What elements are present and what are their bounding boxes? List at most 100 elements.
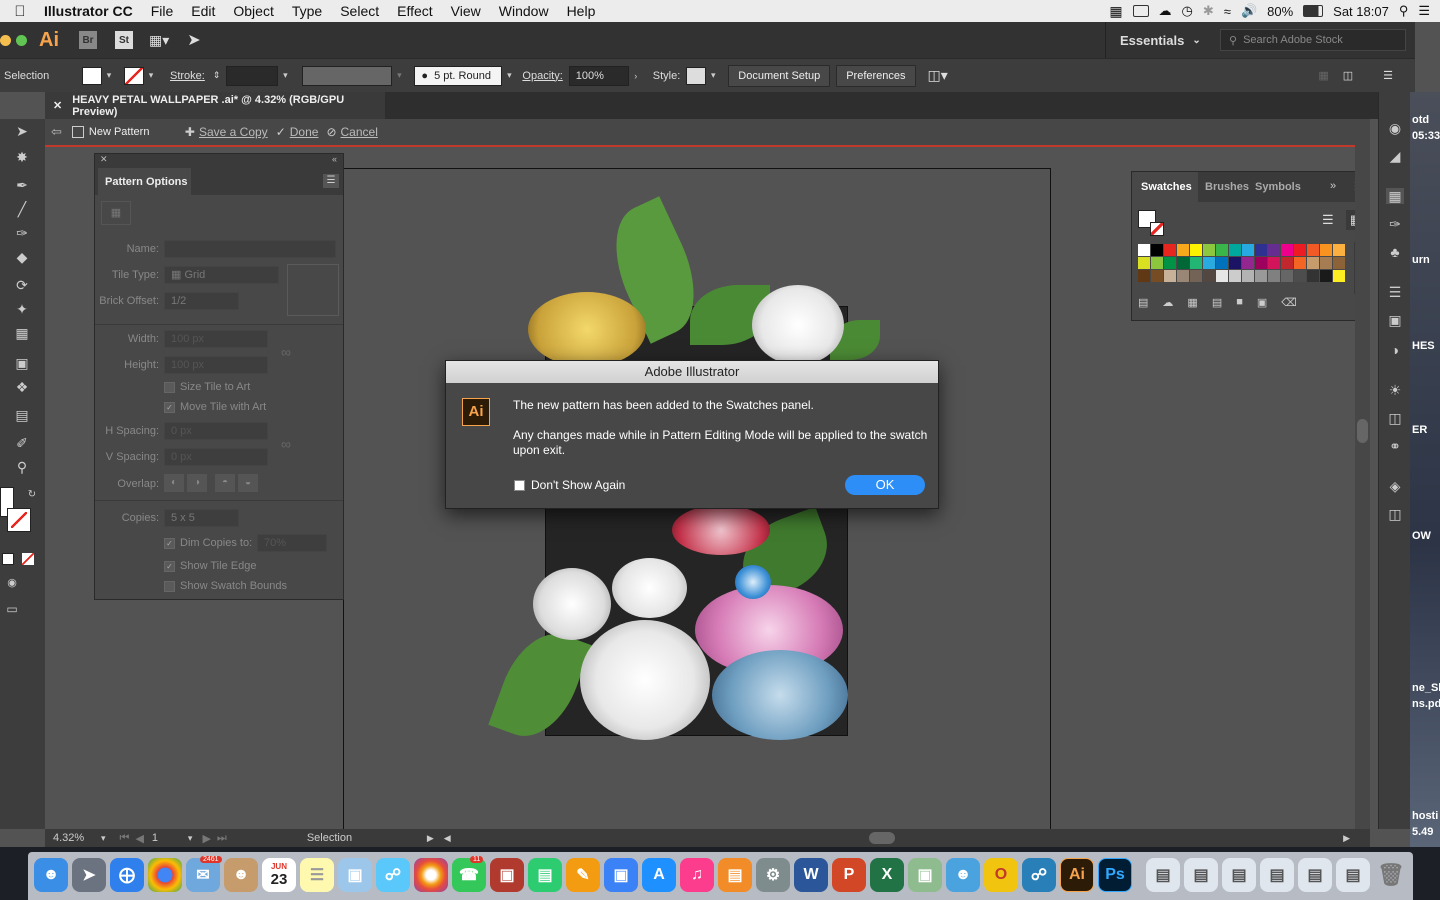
display-icon[interactable] [1132, 5, 1149, 17]
vertical-scrollbar[interactable] [1355, 119, 1370, 829]
symbols-icon[interactable]: ♣ [1386, 244, 1404, 260]
swatch[interactable] [1190, 270, 1202, 282]
battery-percent[interactable]: 80% [1267, 4, 1293, 19]
next-artboard-icon[interactable]: ▶ [202, 832, 210, 845]
stroke-dropdown-icon[interactable]: ▾ [144, 67, 158, 85]
dim-copies-select[interactable]: 70% [257, 534, 327, 552]
checkbox-icon[interactable] [514, 479, 525, 491]
gpu-performance-icon[interactable]: ➤ [187, 30, 200, 50]
h-spacing-field[interactable]: 0 px [164, 422, 268, 440]
swatch[interactable] [1229, 244, 1241, 256]
chrome-icon[interactable] [148, 858, 182, 892]
status-arrow-icon[interactable]: ▶ [427, 833, 434, 844]
color-mode-icon[interactable] [2, 553, 14, 565]
done-button[interactable]: Done [290, 125, 319, 139]
folder-icon[interactable]: ▤ [1336, 858, 1370, 892]
opacity-label[interactable]: Opacity: [522, 70, 562, 82]
swatch-options-icon[interactable]: ▤ [1212, 296, 1222, 312]
notes-icon[interactable]: ☰ [300, 858, 334, 892]
swatch[interactable] [1138, 244, 1150, 256]
photoshop-dock-icon[interactable]: Ps [1098, 858, 1132, 892]
show-swatch-bounds-checkbox[interactable]: Show Swatch Bounds [164, 580, 287, 592]
swatch[interactable] [1268, 270, 1280, 282]
powerpoint-icon[interactable]: P [832, 858, 866, 892]
cancel-button[interactable]: Cancel [341, 125, 378, 139]
folder-icon[interactable]: ▤ [1184, 858, 1218, 892]
panel-menu-icon[interactable]: ☰ [323, 174, 339, 188]
rotate-tool-icon[interactable]: ⟳ [12, 277, 32, 293]
gradient-icon[interactable]: ◢ [1386, 148, 1404, 164]
swatch[interactable] [1255, 270, 1267, 282]
overlap-left-icon[interactable]: ◐ [164, 474, 184, 492]
v-spacing-field[interactable]: 0 px [164, 448, 268, 466]
line-tool-icon[interactable]: ╱ [12, 201, 32, 217]
prev-artboard-icon[interactable]: ◀ [135, 832, 143, 845]
preferences-button[interactable]: Preferences [836, 64, 916, 87]
color-guide-icon[interactable]: ☀ [1386, 382, 1404, 398]
workspace-switcher[interactable]: Essentials ⌄ [1105, 22, 1213, 58]
swatch[interactable] [1268, 244, 1280, 256]
swap-fill-stroke-icon[interactable]: ↻ [22, 487, 42, 503]
messenger-icon[interactable]: ☻ [946, 858, 980, 892]
eyedropper-tool-icon[interactable]: ✐ [12, 435, 32, 451]
swatch[interactable] [1229, 257, 1241, 269]
puppet-warp-tool-icon[interactable]: ✦ [12, 301, 32, 317]
menu-help[interactable]: Help [558, 3, 605, 19]
swatch[interactable] [1216, 270, 1228, 282]
graphic-style-swatch[interactable] [686, 66, 707, 85]
last-artboard-icon[interactable]: ⏭ [217, 832, 227, 845]
battery-icon[interactable] [1303, 5, 1324, 17]
stock-icon[interactable]: St [115, 31, 133, 49]
stroke-color-icon[interactable] [7, 508, 31, 532]
swatch[interactable] [1255, 257, 1267, 269]
swatch[interactable] [1294, 244, 1306, 256]
swatch[interactable] [1307, 244, 1319, 256]
panel-header[interactable]: ✕ « [95, 154, 343, 168]
artboards-icon[interactable]: ◫ [1386, 506, 1404, 522]
profile-dropdown-icon[interactable]: ▾ [392, 67, 406, 85]
folder-icon[interactable]: ▤ [1222, 858, 1256, 892]
swatch[interactable] [1138, 270, 1150, 282]
align-icon[interactable]: ▦ [1318, 69, 1328, 82]
brick-offset-select[interactable]: 1/2 [164, 292, 239, 310]
arrange-documents-icon[interactable]: ▦▾ [149, 32, 169, 49]
swatch[interactable] [1138, 257, 1150, 269]
menu-file[interactable]: File [142, 3, 183, 19]
save-copy-button[interactable]: Save a Copy [199, 125, 268, 139]
swatch[interactable] [1320, 257, 1332, 269]
swatch[interactable] [1320, 270, 1332, 282]
selection-tool-icon[interactable]: ➤ [12, 123, 32, 139]
collapse-icon[interactable]: « [332, 154, 337, 164]
move-tile-with-art-checkbox[interactable]: ✓ Move Tile with Art [164, 401, 266, 413]
document-setup-button[interactable]: Document Setup [728, 64, 831, 87]
facetime-icon[interactable]: ☎ [452, 858, 486, 892]
new-color-group-icon[interactable]: ■ [1236, 296, 1243, 312]
menu-select[interactable]: Select [331, 3, 388, 19]
first-artboard-icon[interactable]: ⏮ [120, 832, 130, 845]
brush-dropdown-icon[interactable]: ▾ [502, 67, 516, 85]
close-icon[interactable]: ✕ [53, 99, 62, 112]
pen-tool-icon[interactable]: ✒ [12, 177, 32, 193]
scroll-thumb[interactable] [1357, 419, 1368, 443]
opacity-arrow-icon[interactable]: › [629, 67, 643, 85]
show-kinds-icon[interactable]: ▦ [1187, 296, 1197, 312]
swatch[interactable] [1294, 270, 1306, 282]
expand-icon[interactable]: » [1330, 180, 1336, 192]
gradient-tool-icon[interactable]: ▣ [12, 355, 32, 371]
link-icon[interactable]: ∞ [281, 344, 291, 360]
screen-mode-icon[interactable]: ▭ [2, 601, 22, 617]
swatch[interactable] [1229, 270, 1241, 282]
stroke-swatch[interactable] [124, 66, 144, 85]
swatch[interactable] [1333, 244, 1345, 256]
word-icon[interactable]: W [794, 858, 828, 892]
new-swatch-icon[interactable]: ▣ [1257, 296, 1267, 312]
wifi-icon[interactable]: ≈ [1224, 4, 1231, 19]
swatch[interactable] [1281, 244, 1293, 256]
back-arrow-icon[interactable]: ⇦ [51, 124, 62, 140]
swatch[interactable] [1190, 257, 1202, 269]
contacts-icon[interactable]: ☻ [224, 858, 258, 892]
style-dropdown-icon[interactable]: ▾ [706, 67, 720, 85]
calendar-icon[interactable]: JUN 23 [262, 858, 296, 892]
swatch[interactable] [1242, 244, 1254, 256]
swatch[interactable] [1242, 270, 1254, 282]
